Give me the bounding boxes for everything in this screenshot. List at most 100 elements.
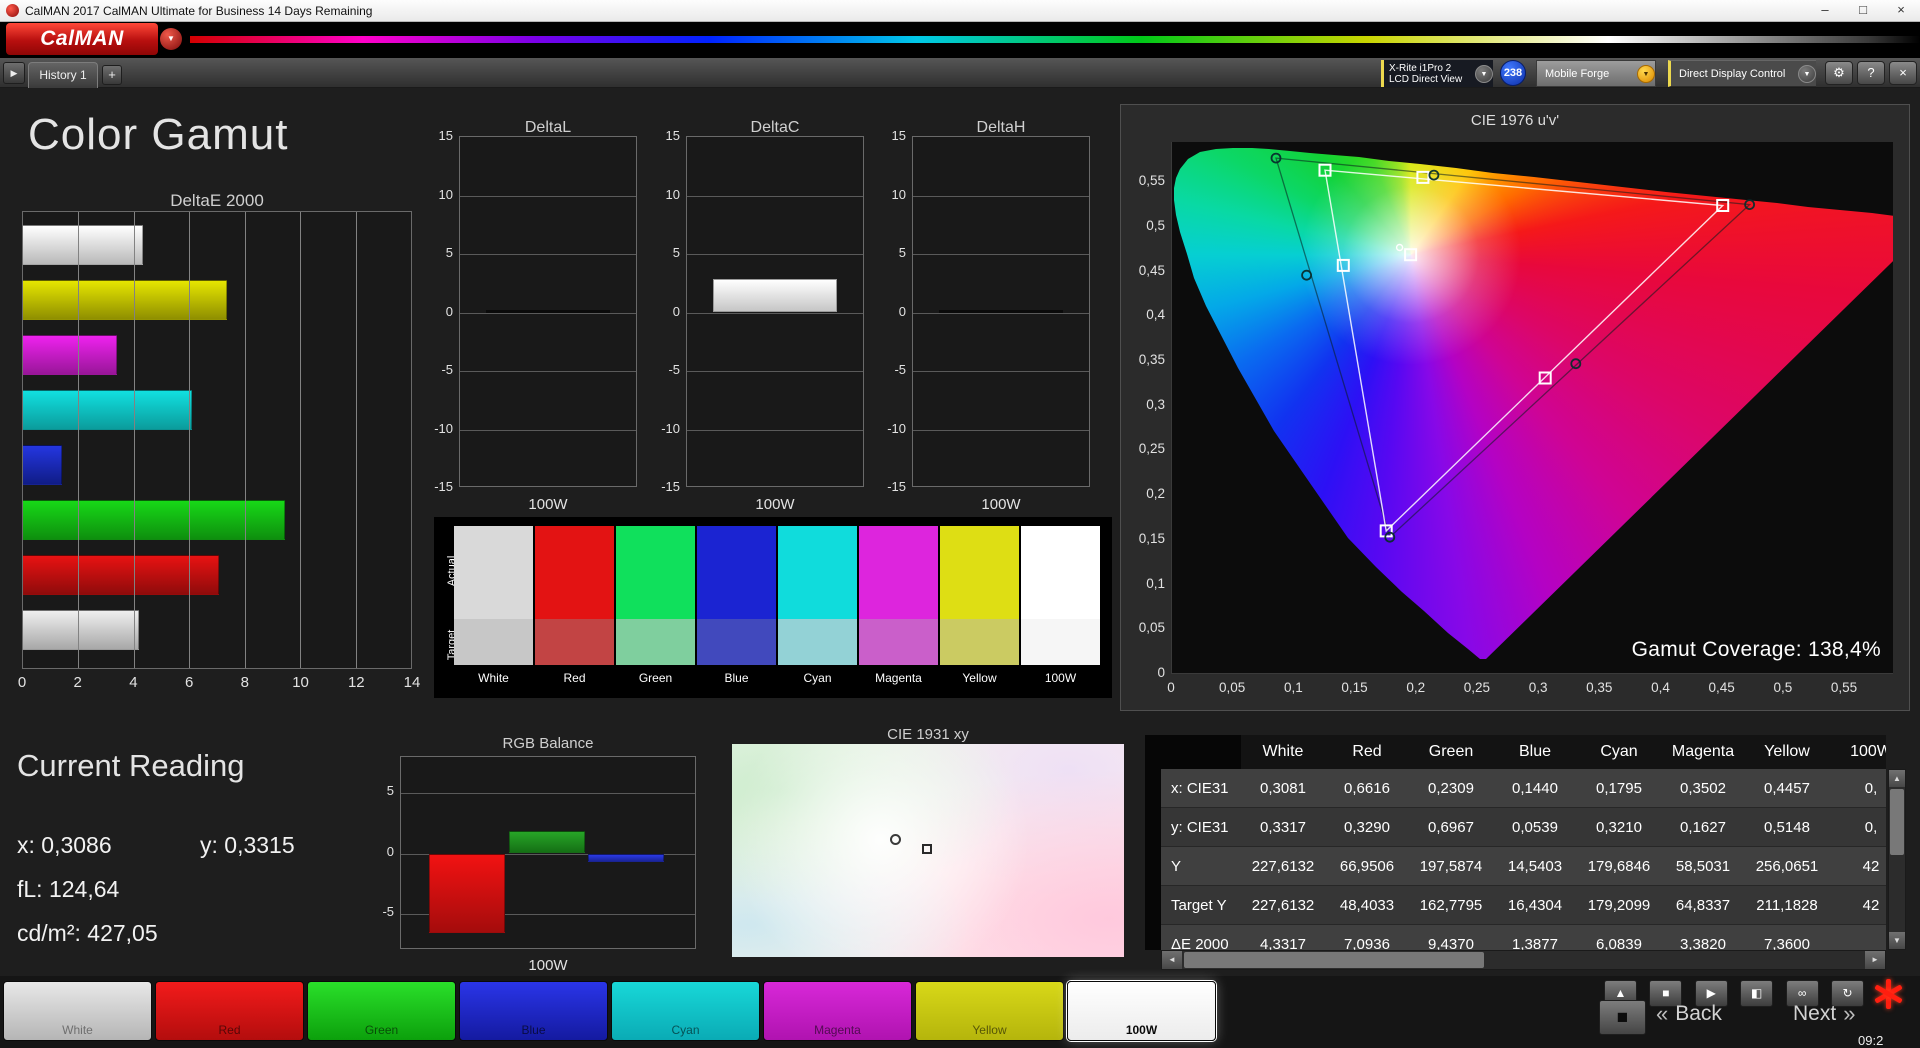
y-axis-tick: 15 (665, 128, 680, 143)
pattern-button-100w[interactable]: 100W (1067, 981, 1216, 1041)
column-header-magenta[interactable]: Magenta (1661, 743, 1745, 761)
back-button[interactable]: « Back (1656, 1001, 1722, 1027)
column-header-red[interactable]: Red (1325, 743, 1409, 761)
chevron-down-icon[interactable]: ▼ (1475, 64, 1493, 83)
y-axis-tick: 0,4 (1146, 307, 1165, 323)
display-control-selector[interactable]: Direct Display Control ▼ (1668, 60, 1816, 87)
scroll-right-icon[interactable]: ► (1865, 951, 1885, 969)
rgb-bar-green (509, 830, 585, 854)
y-axis-tick: 0,35 (1138, 352, 1165, 368)
horizontal-scroll-thumb[interactable] (1184, 952, 1484, 968)
y-axis-tick: -10 (434, 420, 453, 436)
actual-swatch (940, 526, 1019, 619)
close-button[interactable]: × (1882, 0, 1920, 21)
sidebar-toggle-button[interactable]: ▶ (3, 62, 25, 84)
x-axis-label: 100W (981, 496, 1021, 513)
column-header-white[interactable]: White (1241, 743, 1325, 761)
cell: 227,6132 (1251, 857, 1315, 875)
x-axis-tick: 12 (347, 674, 365, 691)
cell: 0,1627 (1680, 818, 1726, 836)
cell: 0,3317 (1260, 818, 1306, 836)
swatch-label: Cyan (803, 671, 832, 685)
cell: 0,3290 (1344, 818, 1390, 836)
measured-marker (1570, 358, 1582, 370)
vertical-scroll-thumb[interactable] (1890, 789, 1904, 855)
table-row[interactable]: Target Y 227,6132 48,4033 162,7795 16,4304 17… (1161, 886, 1886, 925)
table-row[interactable]: y: CIE31 0,3317 0,3290 0,6967 0,0539 0,3210 0,… (1161, 808, 1886, 847)
y-axis-tick: 5 (672, 245, 680, 260)
rgb-balance-x-label: 100W (528, 957, 568, 974)
swatch-column-yellow: Yellow (940, 526, 1019, 685)
chevron-down-icon[interactable]: ▼ (1637, 64, 1655, 83)
next-chevron-icon: » (1843, 1001, 1856, 1026)
pattern-button-yellow[interactable]: Yellow (915, 981, 1064, 1041)
column-header-yellow[interactable]: Yellow (1745, 743, 1829, 761)
swatch-label: 100W (1044, 671, 1077, 685)
y-axis-tick: 15 (891, 128, 906, 143)
stop-measurement-button[interactable]: ■ (1599, 1000, 1646, 1035)
x-axis-tick: 10 (292, 674, 309, 691)
swatch-comparison-strip: Actual Target White Red Green Blue Cyan Magen… (434, 517, 1112, 698)
pattern-button-cyan[interactable]: Cyan (611, 981, 760, 1041)
settings-button[interactable]: ⚙ (1825, 61, 1853, 85)
scroll-up-icon[interactable]: ▲ (1889, 770, 1905, 787)
y-axis-tick: -5 (894, 362, 906, 377)
column-header-100w[interactable]: 100W (1829, 743, 1886, 761)
y-axis-tick: 0 (1157, 665, 1165, 680)
meter-selector[interactable]: X-Rite i1Pro 2 LCD Direct View ▼ (1381, 60, 1493, 87)
chevron-down-icon[interactable]: ▼ (160, 28, 182, 50)
chevron-down-icon[interactable]: ▼ (1798, 64, 1816, 83)
page-title: Color Gamut (28, 110, 289, 159)
x-axis-tick: 0,15 (1341, 680, 1368, 695)
add-tab-button[interactable]: + (102, 65, 122, 85)
calman-logo[interactable]: CalMAN (6, 23, 158, 55)
pattern-window-button[interactable]: ◧ (1740, 980, 1774, 1007)
cell: 0,6616 (1344, 779, 1390, 797)
swatch-label: Blue (724, 671, 749, 685)
gridline (355, 212, 357, 668)
gridline (78, 212, 80, 668)
cie1976-overlay (1270, 152, 1755, 543)
deltae-bar-white (23, 225, 143, 265)
help-icon: ? (1867, 65, 1875, 80)
table-row[interactable]: x: CIE31 0,3081 0,6616 0,2309 0,1440 0,1795 0,… (1161, 769, 1886, 808)
maximize-button[interactable]: □ (1844, 0, 1882, 21)
x-axis-tick: 0,4 (1651, 680, 1670, 695)
meter-count-badge[interactable]: 238 (1500, 60, 1526, 86)
plot-area (912, 136, 1090, 487)
help-button[interactable]: ? (1857, 61, 1885, 85)
pattern-button-label: Green (364, 1023, 399, 1037)
reading-y: y: 0,3315 (200, 832, 295, 858)
column-header-green[interactable]: Green (1409, 743, 1493, 761)
table-row[interactable]: ΔE 2000 4,3317 7,0936 9,4370 1,3877 6,0839 3,3… (1161, 925, 1886, 950)
gridline (460, 195, 636, 197)
pattern-button-blue[interactable]: Blue (459, 981, 608, 1041)
column-header-blue[interactable]: Blue (1493, 743, 1577, 761)
cell: 1,3877 (1512, 935, 1558, 951)
red-asterisk-icon[interactable] (1872, 978, 1904, 1010)
gridline (913, 254, 1089, 255)
scroll-down-icon[interactable]: ▼ (1889, 932, 1905, 949)
close-workspace-button[interactable]: × (1889, 61, 1917, 85)
horizontal-scrollbar[interactable]: ◄ ► (1161, 950, 1886, 970)
x-axis-tick: 6 (184, 674, 194, 691)
vertical-scrollbar[interactable]: ▲ ▼ (1888, 769, 1906, 950)
column-header-cyan[interactable]: Cyan (1577, 743, 1661, 761)
tab-history-1[interactable]: History 1 (28, 62, 98, 88)
pattern-button-red[interactable]: Red (155, 981, 304, 1041)
next-button[interactable]: Next » (1793, 1001, 1855, 1027)
minimize-button[interactable]: – (1806, 0, 1844, 21)
reading-cdm2: cd/m²: 427,05 (17, 920, 158, 946)
y-axis-tick: -10 (661, 420, 680, 436)
zero-bar (486, 309, 610, 313)
x-axis-tick: 0,5 (1773, 680, 1793, 695)
pattern-button-white[interactable]: White (3, 981, 152, 1041)
table-row[interactable]: Y 227,6132 66,9506 197,5874 14,5403 179,6846 5… (1161, 847, 1886, 886)
gridline (687, 371, 863, 372)
source-selector[interactable]: Mobile Forge ▼ (1536, 60, 1656, 87)
pattern-button-green[interactable]: Green (307, 981, 456, 1041)
pattern-button-magenta[interactable]: Magenta (763, 981, 912, 1041)
cell: 0,0539 (1512, 818, 1558, 836)
cell: 256,0651 (1755, 857, 1819, 875)
scroll-left-icon[interactable]: ◄ (1162, 951, 1182, 969)
